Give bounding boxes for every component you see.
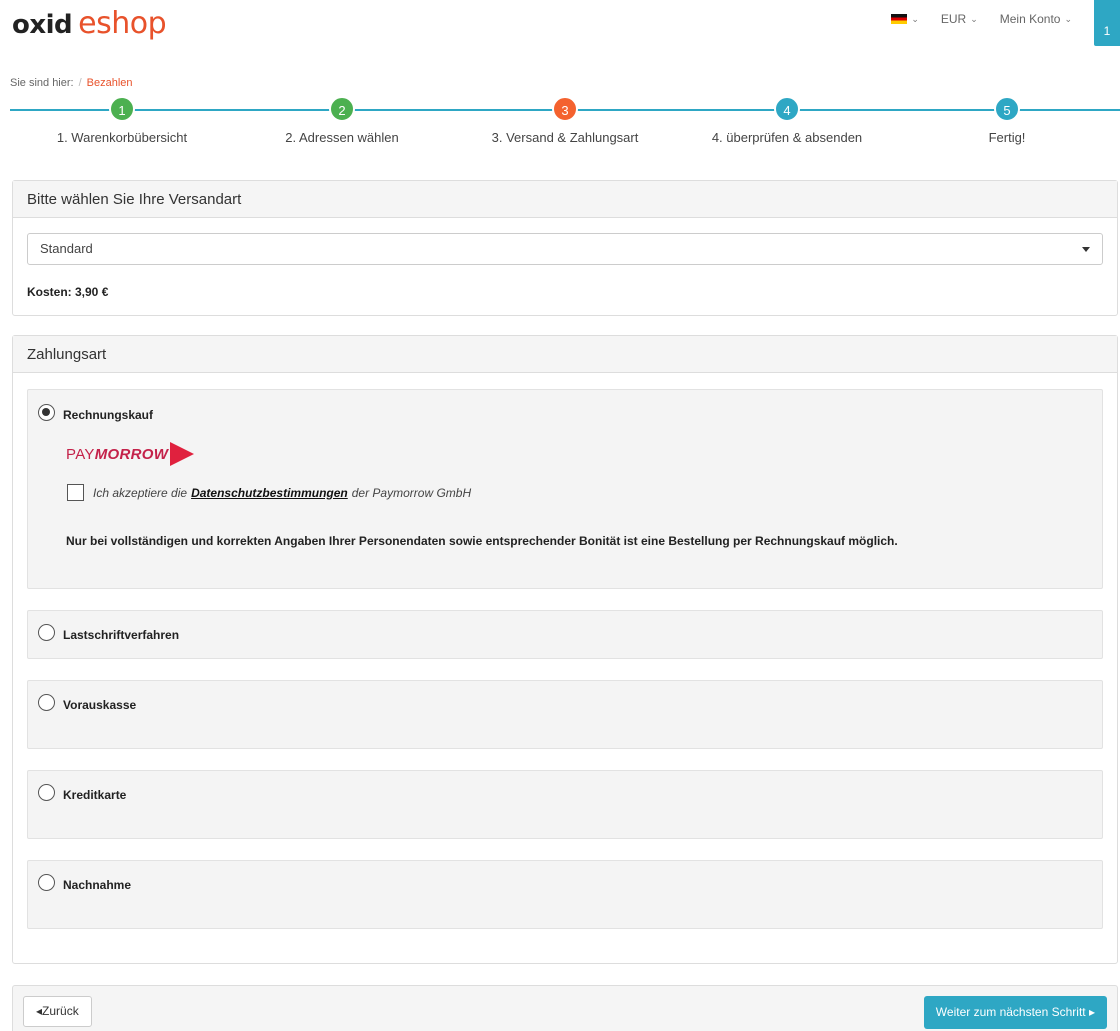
language-switcher[interactable]: ⌄ [891,14,919,25]
account-label: Mein Konto [999,12,1061,26]
payment-label: Rechnungskauf [63,408,154,422]
step-label: 2. Adressen wählen [285,130,399,145]
consent-suffix: der Paymorrow GmbH [351,485,472,500]
step-number: 5 [994,96,1020,122]
radio-nachnahme[interactable] [38,874,55,891]
paymorrow-logo-morrow: MORROW [94,445,169,463]
currency-label: EUR [940,12,967,26]
caret-down-icon [1082,247,1090,252]
checkout-footer: ◂Zurück Weiter zum nächsten Schritt ▸ [12,985,1118,1031]
payment-label: Kreditkarte [63,788,127,802]
account-menu[interactable]: Mein Konto ⌄ [1000,12,1072,26]
paymorrow-logo: PAY MORROW [66,442,195,466]
shipping-title: Bitte wählen Sie Ihre Versandart [13,181,1117,218]
consent-checkbox[interactable] [67,484,84,501]
payment-title: Zahlungsart [13,336,1117,373]
currency-switcher[interactable]: EUR ⌄ [941,12,978,26]
step-number: 1 [109,96,135,122]
chevron-down-icon: ⌄ [1064,13,1072,24]
shipping-panel: Bitte wählen Sie Ihre Versandart Standar… [12,180,1118,316]
payment-panel: Zahlungsart Rechnungskauf PAY MORROW Ich… [12,335,1118,964]
payment-option-rechnungskauf[interactable]: Rechnungskauf PAY MORROW Ich akzeptiere … [27,389,1103,589]
step-label: 1. Warenkorbübersicht [56,130,188,145]
next-label: Weiter zum nächsten Schritt [935,1005,1086,1019]
step-4: 4 4. überprüfen & absenden [687,96,887,145]
step-number: 4 [774,96,800,122]
logo-eshop: eshop [78,6,167,41]
step-label: 3. Versand & Zahlungsart [491,130,639,145]
logo[interactable]: oxid eshop [12,6,167,46]
step-3: 3 3. Versand & Zahlungsart [465,96,665,145]
german-flag-icon [891,14,908,24]
back-button[interactable]: ◂Zurück [23,996,92,1027]
step-number: 3 [552,96,578,122]
radio-lastschrift[interactable] [38,624,55,641]
radio-rechnungskauf[interactable] [38,404,55,421]
payment-option-vorauskasse[interactable]: Vorauskasse [27,680,1103,749]
radio-vorauskasse[interactable] [38,694,55,711]
step-1[interactable]: 1 1. Warenkorbübersicht [22,96,222,145]
paymorrow-arrow-icon [170,442,195,466]
chevron-down-icon: ⌄ [970,13,978,24]
payment-option-nachnahme[interactable]: Nachnahme [27,860,1103,929]
basket-count: 1 [1103,24,1111,38]
payment-option-kreditkarte[interactable]: Kreditkarte [27,770,1103,839]
breadcrumb-current: Bezahlen [86,77,133,89]
step-label: Fertig! [988,130,1026,145]
header: oxid eshop ⌄ EUR ⌄ Mein Konto ⌄ 1 [0,0,1120,60]
consent-row: Ich akzeptiere die Datenschutzbestimmung… [67,484,471,501]
step-label: 4. überprüfen & absenden [711,130,863,145]
chevron-down-icon: ⌄ [911,13,919,24]
step-2[interactable]: 2 2. Adressen wählen [242,96,442,145]
payment-notice: Nur bei vollständigen und korrekten Anga… [66,534,898,548]
shipping-select[interactable]: Standard [27,233,1103,265]
basket-button[interactable]: 1 [1094,0,1120,46]
breadcrumb-prefix: Sie sind hier: [10,77,74,89]
consent-prefix: Ich akzeptiere die [93,485,188,500]
top-nav: ⌄ EUR ⌄ Mein Konto ⌄ [891,12,1072,26]
radio-kreditkarte[interactable] [38,784,55,801]
checkout-steps: 1 1. Warenkorbübersicht 2 2. Adressen wä… [0,96,1120,156]
back-label: Zurück [42,1004,79,1018]
shipping-selected: Standard [40,241,93,256]
payment-label: Lastschriftverfahren [63,628,180,642]
shipping-cost: Kosten: 3,90 € [27,285,109,299]
breadcrumb: Sie sind hier: / Bezahlen [10,77,133,89]
breadcrumb-separator: / [78,77,82,89]
logo-oxid: oxid [12,10,73,40]
payment-label: Vorauskasse [63,698,137,712]
step-number: 2 [329,96,355,122]
next-step-button[interactable]: Weiter zum nächsten Schritt ▸ [923,996,1107,1029]
payment-option-lastschrift[interactable]: Lastschriftverfahren [27,610,1103,659]
step-5: 5 Fertig! [907,96,1107,145]
caret-right-icon: ▸ [1088,1005,1095,1019]
payment-label: Nachnahme [63,878,132,892]
privacy-link[interactable]: Datenschutzbestimmungen [191,486,348,500]
paymorrow-logo-pay: PAY [66,445,95,463]
